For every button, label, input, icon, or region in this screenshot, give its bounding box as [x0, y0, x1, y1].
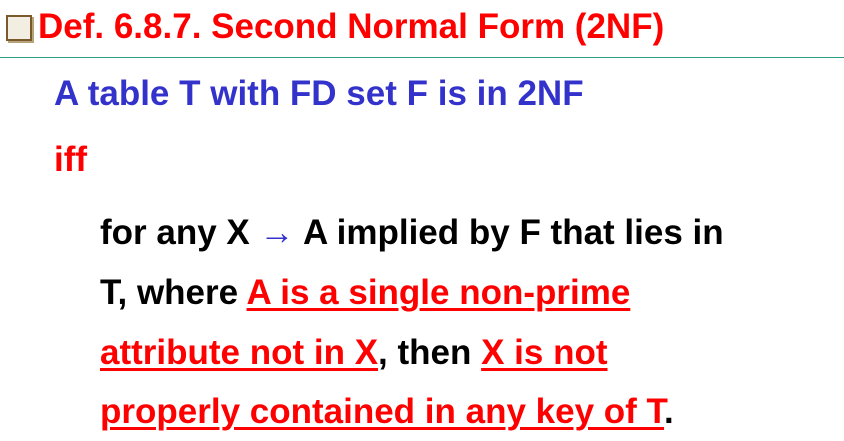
slide: Def. 6.8.7. Second Normal Form (2NF) A t…	[0, 0, 844, 441]
definition-statement: A table T with FD set F is in 2NF	[54, 74, 584, 113]
definition-line-3: attribute not in X, then X is not	[100, 331, 608, 375]
line4-emphasis: properly contained in any key of T	[100, 392, 665, 431]
definition-line-1: for any X → A implied by F that lies in	[100, 211, 724, 255]
iff-label: iff	[54, 140, 88, 179]
title-divider	[0, 57, 844, 58]
slide-title: Def. 6.8.7. Second Normal Form (2NF)	[38, 7, 665, 46]
line3-part-b: , then	[378, 333, 472, 372]
line4-period: .	[664, 392, 674, 431]
line3-emphasis-c: X is not	[481, 333, 608, 372]
line2-part-a: T, where	[100, 273, 239, 312]
line2-emphasis: A is a single non-prime	[246, 273, 631, 312]
definition-line-2: T, where A is a single non-prime	[100, 271, 630, 315]
definition-line-4: properly contained in any key of T.	[100, 390, 674, 434]
line1-part-b: A implied by F that lies in	[302, 213, 724, 252]
square-bullet-icon	[6, 15, 32, 41]
title-row: Def. 6.8.7. Second Normal Form (2NF)	[6, 4, 664, 50]
line3-emphasis-a: attribute not in X	[100, 333, 379, 372]
line1-part-a: for any X	[100, 213, 250, 252]
implies-arrow-icon: →	[259, 213, 295, 252]
